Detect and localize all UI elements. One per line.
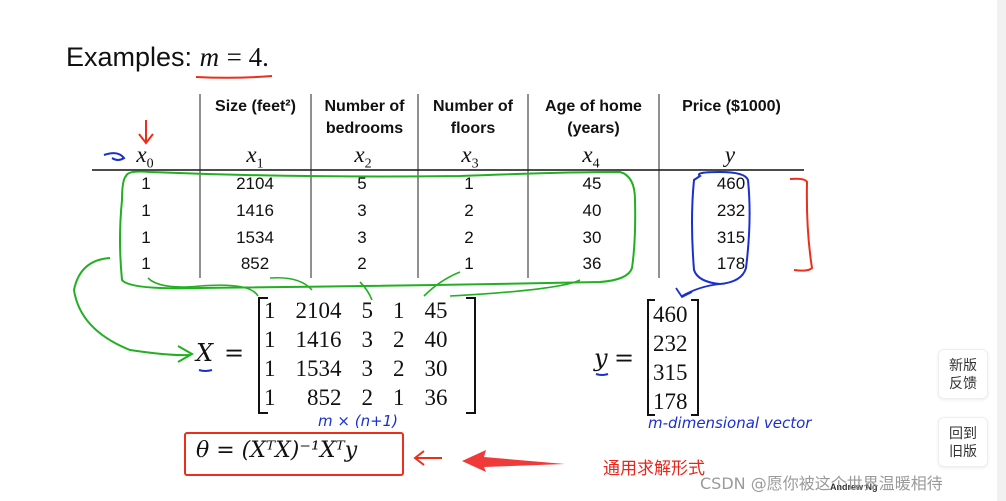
table-cell: 3 — [357, 201, 367, 220]
matrix-cell: 3 — [361, 327, 374, 352]
matrix-cell: 1 — [264, 385, 276, 410]
matrix-row: 1 1416 3 2 40 — [256, 325, 458, 354]
table-cell: 1 — [141, 254, 151, 273]
header-line: floors — [450, 120, 496, 137]
matrix-cell: 1 — [393, 385, 405, 410]
table-cell: 1 — [141, 174, 151, 193]
table-cell: 45 — [582, 174, 602, 193]
matrix-cell: 2 — [393, 327, 405, 352]
vector-y-equals: = — [614, 344, 635, 372]
var-x4: x4 — [582, 142, 600, 172]
matrix-x-body: 1 2104 5 1 45 1 1416 3 2 40 1 1534 3 2 30 1 852 2 1 36 — [256, 296, 458, 412]
matrix-row: 1 1534 3 2 30 — [256, 354, 458, 383]
table-cell: 315 — [716, 228, 746, 247]
table-cell: 1 — [141, 201, 151, 220]
header-line: Age of home — [545, 98, 642, 115]
matrix-cell: 1416 — [295, 327, 342, 352]
var-x2: x2 — [354, 142, 372, 172]
header-line: Number of — [433, 98, 513, 115]
table-cell: 1 — [141, 228, 151, 247]
right-bracket — [691, 299, 699, 416]
matrix-row: 1 2104 5 1 45 — [256, 296, 458, 325]
table-cell: 36 — [582, 254, 602, 273]
header-line: bedrooms — [325, 120, 404, 137]
old-version-button[interactable]: 回到 旧版 — [938, 417, 988, 467]
vector-y-dimension-note: m-dimensional vector — [648, 414, 812, 432]
general-solution-label: 通用求解形式 — [603, 459, 705, 479]
header-line: Size (feet²) — [215, 98, 296, 115]
table-cell: 178 — [716, 254, 746, 273]
header-size: Size (feet²) — [200, 96, 311, 118]
table-cell: 460 — [716, 174, 746, 193]
table-cell: 1416 — [236, 201, 274, 220]
matrix-cell: 1 — [264, 356, 276, 381]
vector-cell: 315 — [653, 360, 688, 385]
table-cell: 852 — [240, 254, 270, 273]
scrollbar-track[interactable] — [997, 0, 1006, 501]
header-line: (years) — [567, 120, 620, 137]
header-floors: Number of floors — [418, 96, 528, 140]
header-line: Number of — [324, 98, 405, 115]
header-price: Price ($1000) — [659, 96, 804, 118]
matrix-cell: 2104 — [295, 298, 342, 323]
table-cell: 1 — [464, 174, 474, 193]
header-line: Price ($1000) — [682, 98, 781, 115]
table-cell: 232 — [716, 201, 746, 220]
matrix-x-dimension-note: m × (n+1) — [318, 412, 399, 430]
matrix-cell: 2 — [361, 385, 374, 410]
matrix-cell: 2 — [393, 356, 405, 381]
var-y: y — [724, 142, 736, 167]
vector-cell: 460 — [653, 302, 688, 327]
matrix-cell: 45 — [424, 298, 448, 323]
matrix-cell: 36 — [424, 385, 448, 410]
matrix-cell: 5 — [361, 298, 374, 323]
table-cell: 5 — [357, 174, 367, 193]
table-cell: 2 — [357, 254, 367, 273]
table-cell: 30 — [582, 228, 602, 247]
header-age: Age of home (years) — [528, 96, 659, 140]
feedback-button[interactable]: 新版 反馈 — [938, 349, 988, 399]
matrix-cell: 852 — [307, 385, 342, 410]
table-cell: 2104 — [236, 174, 274, 193]
var-x3: x3 — [461, 142, 479, 172]
matrix-cell: 1534 — [295, 356, 342, 381]
vector-cell: 232 — [653, 331, 688, 356]
table-cell: 40 — [582, 201, 602, 220]
vector-y-body: 460 232 315 178 — [653, 300, 688, 416]
table-grid — [92, 94, 804, 278]
header-bedrooms: Number of bedrooms — [311, 96, 418, 140]
table-cell: 1 — [464, 254, 474, 273]
matrix-cell: 40 — [424, 327, 448, 352]
normal-equation: θ = (XᵀX)⁻¹Xᵀy — [196, 438, 358, 463]
matrix-cell: 30 — [424, 356, 448, 381]
right-bracket — [466, 297, 476, 414]
table-cell: 1534 — [236, 228, 274, 247]
var-x1: x1 — [246, 142, 264, 172]
var-x0: x0 — [136, 142, 154, 172]
matrix-cell: 1 — [393, 298, 405, 323]
matrix-cell: 1 — [264, 327, 276, 352]
matrix-cell: 3 — [361, 356, 374, 381]
table-cell: 2 — [464, 201, 474, 220]
csdn-watermark: CSDN @愿你被这个世界温暖相待 — [700, 474, 943, 493]
table-cell: 3 — [357, 228, 367, 247]
matrix-row: 1 852 2 1 36 — [256, 383, 458, 412]
matrix-x-equals: = — [224, 339, 245, 367]
vector-y-label: y — [594, 344, 608, 372]
matrix-x-label: X — [196, 339, 214, 367]
matrix-cell: 1 — [264, 298, 276, 323]
vector-cell: 178 — [653, 389, 688, 414]
table-cell: 2 — [464, 228, 474, 247]
